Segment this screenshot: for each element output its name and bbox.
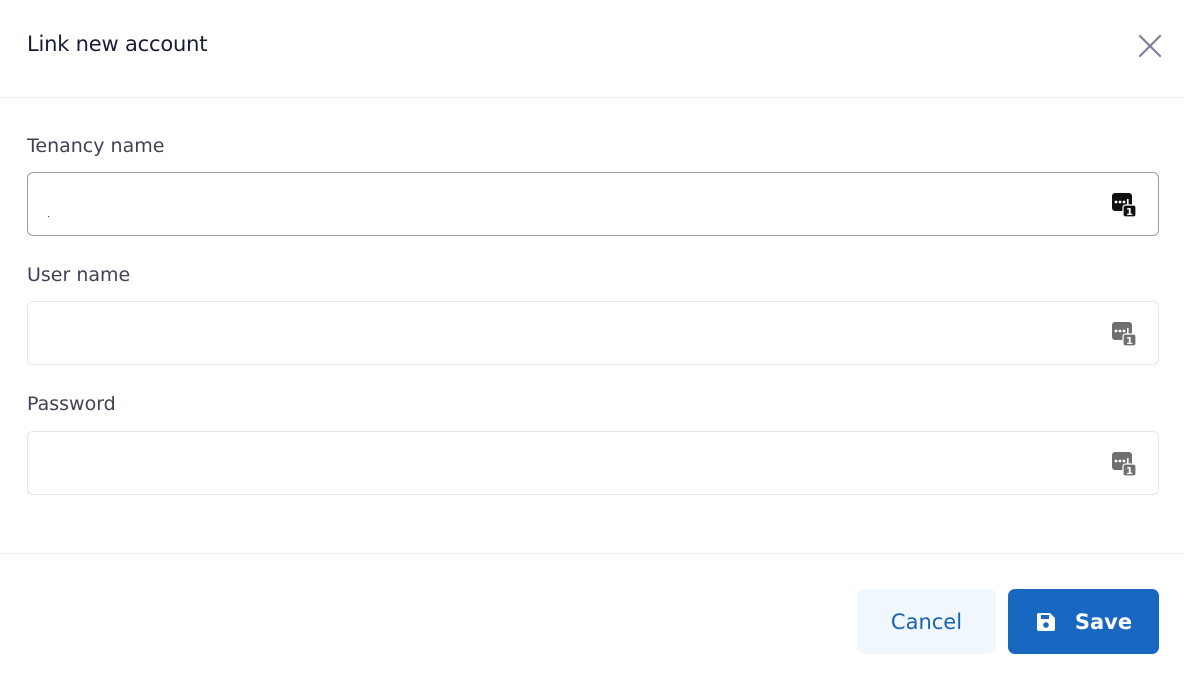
modal-body: Tenancy name 1 User name 1 Password 1 [0,98,1184,554]
text-caret [48,216,49,217]
close-button[interactable] [1134,30,1166,62]
save-button-label: Save [1074,609,1133,634]
cancel-button[interactable]: Cancel [857,589,996,654]
user-name-input[interactable] [28,302,1158,364]
modal-footer: Cancel Save [0,554,1184,679]
password-field[interactable]: 1 [27,431,1159,495]
user-name-field[interactable]: 1 [27,301,1159,365]
user-name-label: User name [27,264,131,286]
save-button[interactable]: Save [1008,589,1159,654]
cancel-button-label: Cancel [890,609,963,634]
link-account-modal: Link new account Tenancy name 1 User nam… [0,0,1184,679]
close-icon [1138,34,1162,58]
svg-text:1: 1 [1126,207,1133,218]
modal-title: Link new account [27,32,208,56]
password-manager-icon[interactable]: 1 [1111,321,1137,347]
modal-header: Link new account [0,0,1184,98]
svg-text:1: 1 [1126,336,1133,347]
floppy-disk-icon [1036,612,1055,631]
password-input[interactable] [28,432,1158,494]
tenancy-name-field[interactable]: 1 [27,172,1159,236]
tenancy-name-input[interactable] [28,173,1158,235]
password-label: Password [27,393,116,415]
password-manager-icon[interactable]: 1 [1111,451,1137,477]
tenancy-name-label: Tenancy name [27,135,165,157]
password-manager-icon[interactable]: 1 [1111,192,1137,218]
svg-text:1: 1 [1126,466,1133,477]
